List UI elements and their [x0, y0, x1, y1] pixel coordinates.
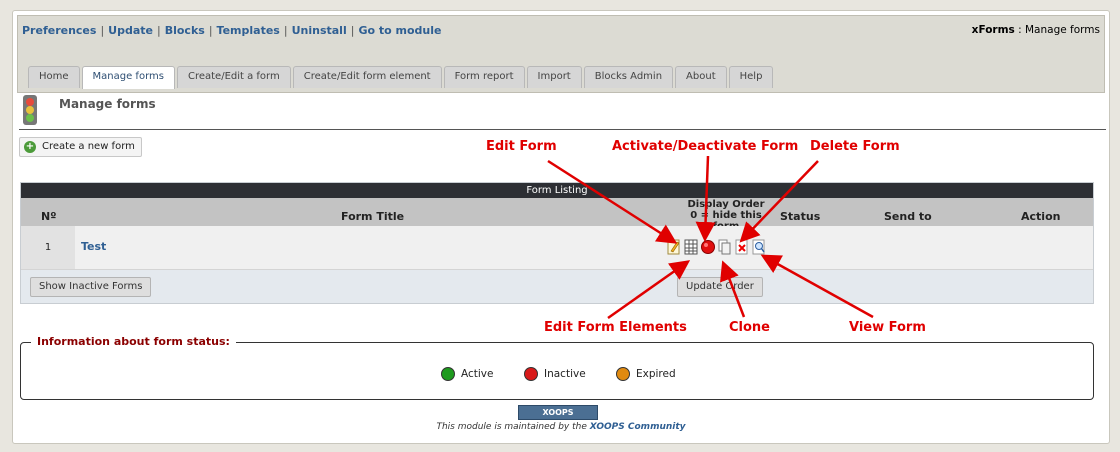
status-active-toggle-icon[interactable]: [701, 239, 715, 255]
delete-icon[interactable]: [735, 239, 749, 255]
blocks-link[interactable]: Blocks: [165, 24, 205, 37]
row-number: 1: [21, 226, 75, 269]
create-new-form-label: Create a new form: [42, 141, 135, 152]
orange-dot-icon: [616, 367, 630, 381]
view-form-callout: View Form: [849, 320, 926, 335]
go-to-module-link[interactable]: Go to module: [358, 24, 441, 37]
uninstall-link[interactable]: Uninstall: [292, 24, 347, 37]
xoops-community-link[interactable]: XOOPS Community: [590, 422, 686, 432]
display-order-line1: Display Order: [687, 199, 765, 210]
activate-callout: Activate/Deactivate Form: [612, 139, 799, 154]
status-active-label: Active: [461, 368, 494, 380]
tab-import[interactable]: Import: [526, 66, 582, 88]
status-active-item: Active: [441, 367, 493, 381]
tab-manage-forms[interactable]: Manage forms: [81, 66, 175, 89]
table-row: 1 Test: [21, 226, 1093, 270]
breadcrumb-page: Manage forms: [1025, 24, 1100, 36]
create-new-form-button[interactable]: + Create a new form: [19, 137, 142, 157]
templates-link[interactable]: Templates: [217, 24, 280, 37]
clone-icon[interactable]: [718, 239, 732, 255]
edit-form-icon[interactable]: [667, 239, 681, 255]
edit-form-callout: Edit Form: [486, 139, 557, 154]
delete-callout: Delete Form: [810, 139, 900, 154]
column-num: Nº: [41, 210, 57, 223]
breadcrumb-module: xForms: [971, 24, 1015, 36]
admin-header: Preferences | Update | Blocks | Templates | Unin…: [17, 15, 1105, 93]
column-send-to: Send to: [884, 210, 932, 223]
breadcrumb-separator: :: [1014, 24, 1025, 36]
tab-blocks-admin[interactable]: Blocks Admin: [583, 66, 674, 88]
form-status-info-legend: Information about form status:: [31, 335, 236, 348]
status-expired-label: Expired: [636, 368, 676, 380]
status-inactive-item: Inactive: [524, 367, 586, 381]
form-status-info-box: Information about form status: Active In…: [20, 335, 1094, 400]
form-title-link[interactable]: Test: [81, 240, 106, 253]
footer-credit: This module is maintained by the XOOPS C…: [13, 422, 1109, 432]
green-dot-icon: [441, 367, 455, 381]
admin-page: Preferences | Update | Blocks | Templates | Unin…: [12, 10, 1110, 444]
edit-elements-icon[interactable]: [684, 239, 698, 255]
xoops-badge[interactable]: XOOPS: [518, 405, 598, 420]
footer-text: This module is maintained by the: [436, 422, 590, 432]
preferences-link[interactable]: Preferences: [22, 24, 96, 37]
status-inactive-label: Inactive: [544, 368, 586, 380]
tab-about[interactable]: About: [675, 66, 727, 88]
column-status: Status: [780, 210, 821, 223]
module-tabs: Home Manage forms Create/Edit a form Cre…: [28, 66, 774, 89]
xoops-badge-label: XOOPS: [542, 408, 574, 417]
view-form-icon[interactable]: [752, 239, 766, 255]
breadcrumb: xForms : Manage forms: [972, 24, 1100, 36]
form-listing-table: Form Listing Nº Form Title Display Order…: [20, 182, 1094, 304]
update-order-button[interactable]: Update Order: [677, 277, 763, 297]
edit-elements-callout: Edit Form Elements: [544, 320, 687, 335]
page-title-row: Manage forms: [19, 95, 1106, 130]
form-listing-header: Form Listing: [21, 183, 1093, 198]
traffic-light-icon: [23, 95, 37, 125]
status-expired-item: Expired: [616, 367, 676, 381]
tab-form-report[interactable]: Form report: [443, 66, 525, 88]
show-inactive-forms-button[interactable]: Show Inactive Forms: [30, 277, 152, 297]
page-title: Manage forms: [59, 97, 156, 111]
tab-create-edit-form[interactable]: Create/Edit a form: [176, 66, 291, 88]
red-dot-icon: [524, 367, 538, 381]
column-form-title: Form Title: [341, 210, 405, 223]
clone-callout: Clone: [729, 320, 770, 335]
add-icon: +: [24, 141, 36, 153]
column-action: Action: [1021, 210, 1061, 223]
row-action-icons: [667, 239, 766, 255]
update-link[interactable]: Update: [108, 24, 153, 37]
tab-create-edit-element[interactable]: Create/Edit form element: [292, 66, 442, 88]
tab-help[interactable]: Help: [728, 66, 774, 88]
tab-home[interactable]: Home: [28, 66, 80, 88]
admin-top-links: Preferences | Update | Blocks | Templates | Unin…: [22, 24, 442, 37]
column-headers: Nº Form Title Display Order 0 = hide thi…: [21, 198, 1093, 232]
